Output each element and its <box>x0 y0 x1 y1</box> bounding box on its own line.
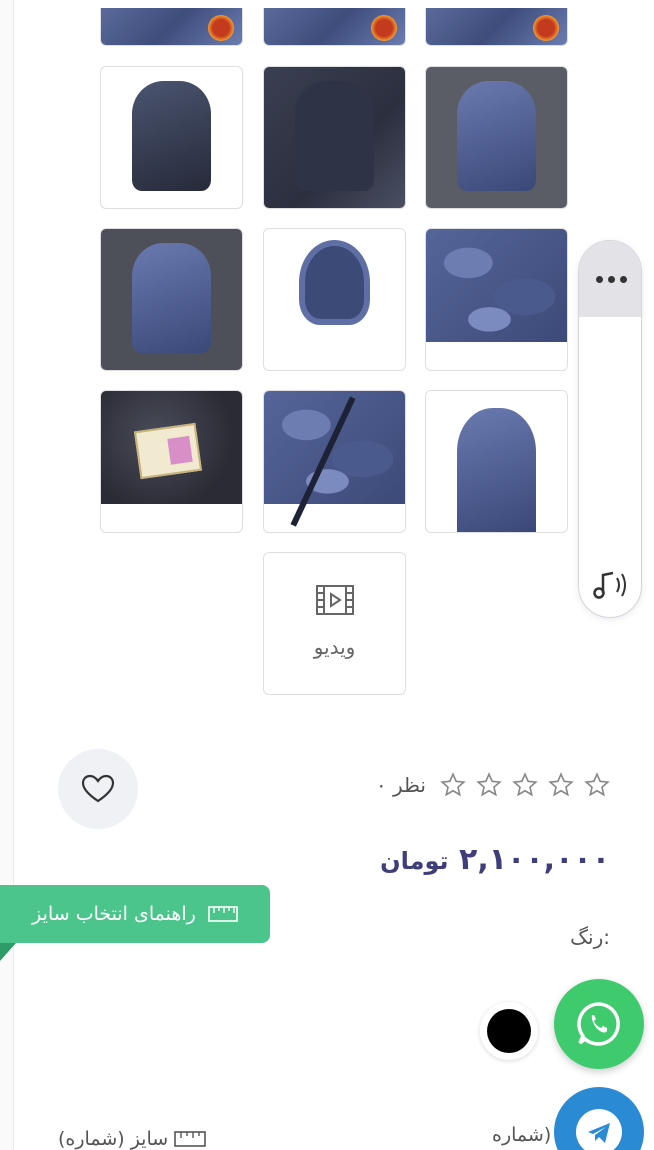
gallery-thumb-10[interactable] <box>100 390 243 533</box>
gallery-thumb-3[interactable] <box>425 8 568 46</box>
gallery-thumb-1[interactable] <box>100 8 243 46</box>
thumb-image <box>264 391 405 504</box>
telegram-icon <box>576 1109 622 1150</box>
gallery-thumb-5[interactable] <box>263 66 406 209</box>
ruler-icon <box>174 1131 206 1147</box>
more-dots-icon[interactable] <box>579 241 641 317</box>
star-icon[interactable] <box>476 772 502 798</box>
size-guide-button[interactable]: راهنمای انتخاب سایز <box>0 885 270 943</box>
rating-row: ۰ نظر <box>376 772 610 798</box>
gallery-thumb-11[interactable] <box>263 390 406 533</box>
left-edge <box>0 0 14 1150</box>
gallery-thumb-7[interactable] <box>100 228 243 371</box>
brand-badge-icon <box>371 15 397 41</box>
brand-badge-icon <box>533 15 559 41</box>
top-separator <box>14 0 654 8</box>
whatsapp-icon <box>577 1002 620 1046</box>
video-label: ویدیو <box>313 635 356 659</box>
star-icon[interactable] <box>440 772 466 798</box>
thumb-jacket <box>457 407 536 532</box>
star-icon[interactable] <box>512 772 538 798</box>
whatsapp-button[interactable] <box>554 979 644 1069</box>
thumb-hood <box>299 240 370 325</box>
wishlist-button[interactable] <box>58 749 138 829</box>
ruler-icon <box>208 906 238 922</box>
gallery-thumb-12[interactable] <box>425 390 568 533</box>
color-label: رنگ: <box>570 925 610 949</box>
heart-icon <box>81 774 115 803</box>
product-price: ۲,۱۰۰,۰۰۰ تومان <box>380 842 610 877</box>
thumb-label-card <box>133 422 203 480</box>
video-film-icon <box>316 585 354 615</box>
thumb-jacket <box>457 81 536 192</box>
gallery-thumb-4[interactable] <box>100 66 243 209</box>
telegram-button[interactable] <box>554 1087 644 1150</box>
size-field-text: سایز (شماره) <box>58 1128 169 1150</box>
size-field-label-secondary: سایز (شماره) <box>58 1128 206 1150</box>
reviews-count[interactable]: ۰ نظر <box>376 773 426 797</box>
size-field-label: شماره) <box>492 1124 552 1146</box>
gallery-thumb-9[interactable] <box>425 228 568 371</box>
brand-badge-icon <box>208 15 234 41</box>
size-guide-tail <box>0 943 16 961</box>
thumb-image <box>132 81 211 192</box>
thumb-jacket <box>295 81 374 192</box>
color-swatch-black[interactable] <box>480 1002 538 1060</box>
price-currency: تومان <box>380 847 449 875</box>
floating-side-panel <box>578 240 642 618</box>
video-tile[interactable]: ویدیو <box>263 552 406 695</box>
music-note-icon[interactable] <box>589 563 633 607</box>
gallery-thumb-6[interactable] <box>425 66 568 209</box>
thumb-jacket <box>132 243 211 354</box>
price-value: ۲,۱۰۰,۰۰۰ <box>459 842 610 877</box>
gallery-thumb-2[interactable] <box>263 8 406 46</box>
gallery-thumb-8[interactable] <box>263 228 406 371</box>
thumb-image <box>426 229 567 342</box>
star-icon[interactable] <box>584 772 610 798</box>
size-guide-label: راهنمای انتخاب سایز <box>32 903 196 925</box>
star-icon[interactable] <box>548 772 574 798</box>
